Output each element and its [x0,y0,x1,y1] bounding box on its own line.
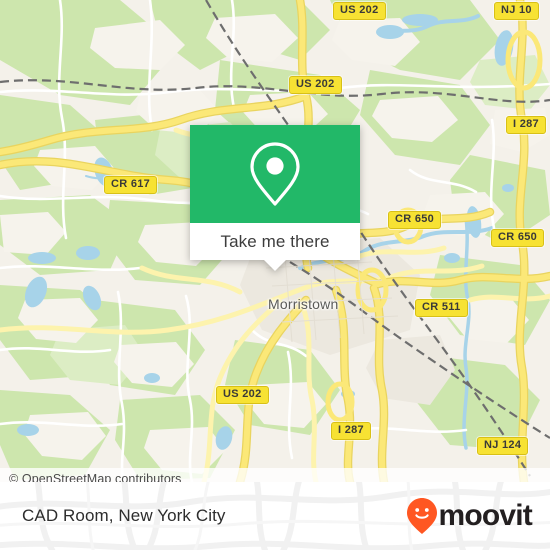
moovit-logo[interactable]: moovit [407,498,533,534]
location-popup-card[interactable]: Take me there [190,125,360,271]
road-shield-us202-lower[interactable]: US 202 [216,386,269,404]
popup-action-panel[interactable]: Take me there [190,223,360,271]
bottom-bar: CAD Room, New York City moovit [0,482,550,550]
screenshot-root: Morristown US 202 NJ 10 US 202 I 287 CR … [0,0,550,550]
page-title: CAD Room, New York City [22,506,226,525]
moovit-smiley-pin-icon [407,498,438,534]
map-city-label: Morristown [268,296,339,312]
road-shield-cr511[interactable]: CR 511 [415,299,468,317]
road-shield-cr650-right[interactable]: CR 650 [491,229,545,247]
road-shield-i287-bottom[interactable]: I 287 [331,422,371,440]
map-canvas[interactable]: Morristown US 202 NJ 10 US 202 I 287 CR … [0,0,550,482]
road-shield-nj10[interactable]: NJ 10 [494,2,539,20]
road-shield-cr650-left[interactable]: CR 650 [388,211,442,229]
moovit-wordmark: moovit [438,499,532,532]
road-shield-us202-upper[interactable]: US 202 [289,76,342,94]
road-shield-cr617[interactable]: CR 617 [104,176,158,194]
take-me-there-label: Take me there [220,231,330,251]
road-shield-i287-right[interactable]: I 287 [506,116,546,134]
popup-pointer-tail [264,260,286,271]
map-pin-icon [250,142,300,206]
road-shield-nj124[interactable]: NJ 124 [477,437,529,455]
popup-icon-panel [190,125,360,223]
road-shield-us202-top[interactable]: US 202 [333,2,386,20]
